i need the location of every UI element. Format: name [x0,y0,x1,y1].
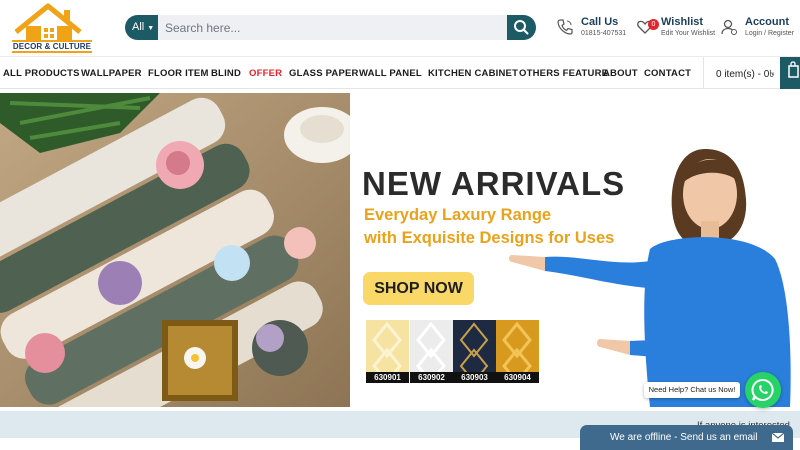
email-icon [772,433,784,442]
wallpaper-rolls-image [0,93,350,407]
search-icon [514,20,529,35]
whatsapp-icon [751,379,774,401]
swatch-630902[interactable]: 630902 [410,320,453,383]
swatch-630903[interactable]: 630903 [453,320,496,383]
logo[interactable]: DECOR & CULTURE [8,2,92,54]
search-bar: All ▼ [125,15,536,40]
wishlist-count-badge: 0 [648,19,659,30]
cart-icon [788,61,799,78]
search-button[interactable] [507,15,536,40]
hero-banner[interactable]: NEW ARRIVALS Everyday Laxury Range with … [0,93,800,407]
account-sub: Login / Register [745,30,795,37]
main-nav: ALL PRODUCTS WALLPAPER FLOOR ITEM BLIND … [0,56,800,89]
chat-bar-text: We are offline - Send us an email [610,432,758,443]
account[interactable]: Account Login / Register [720,14,800,44]
chat-help-bubble[interactable]: Need Help? Chat us Now! [644,382,740,398]
wishlist-sub: Edit Your Wishlist [661,30,716,37]
logo-text: DECOR & CULTURE [12,40,92,53]
nav-item-others-feature[interactable]: OTHERS FEATURE [519,68,608,79]
call-us-title: Call Us [581,16,619,28]
wallpaper-rolls-illustration [0,93,350,407]
search-category-label: All [132,21,145,33]
swatch-code: 630902 [410,372,453,383]
model-illustration [509,149,791,407]
nav-item-wallpaper[interactable]: WALLPAPER [81,68,142,79]
nav-item-blind[interactable]: BLIND [211,68,241,79]
phone-icon [557,19,573,35]
nav-item-glass-paper[interactable]: GLASS PAPER [289,68,359,79]
nav-item-about[interactable]: ABOUT [603,68,638,79]
caret-down-icon: ▼ [147,25,155,32]
nav-item-kitchen-cabinet[interactable]: KITCHEN CABINET [428,68,518,79]
cart-summary[interactable]: 0 item(s) - 0৳ [716,67,774,84]
offline-chat-bar[interactable]: We are offline - Send us an email [580,425,793,450]
nav-item-floor-item[interactable]: FLOOR ITEM [148,68,209,79]
nav-divider [703,57,704,89]
swatch-code: 630903 [453,372,496,383]
shop-now-button[interactable]: SHOP NOW [363,272,474,305]
call-us[interactable]: Call Us 01815-407531 [556,14,631,44]
nav-item-offer[interactable]: OFFER [249,68,282,79]
cart-button[interactable] [780,57,800,89]
call-us-number: 01815-407531 [581,30,627,37]
wishlist[interactable]: 0 Wishlist Edit Your Wishlist [636,14,716,44]
search-input[interactable] [158,15,508,40]
nav-item-contact[interactable]: CONTACT [644,68,691,79]
swatch-code: 630901 [366,372,409,383]
whatsapp-button[interactable] [745,372,781,408]
nav-item-wall-panel[interactable]: WALL PANEL [359,68,422,79]
page: DECOR & CULTURE All▼ Call Us 01815-40753… [0,0,800,450]
wishlist-title: Wishlist [661,16,704,28]
model-pointing-image [500,129,800,407]
nav-item-all-products[interactable]: ALL PRODUCTS [3,68,80,79]
user-icon [721,19,737,35]
search-category-select[interactable]: All ▼ [125,15,158,40]
site-header: DECOR & CULTURE All▼ Call Us 01815-40753… [0,0,800,56]
account-title: Account [745,16,789,28]
swatch-630901[interactable]: 630901 [366,320,409,383]
